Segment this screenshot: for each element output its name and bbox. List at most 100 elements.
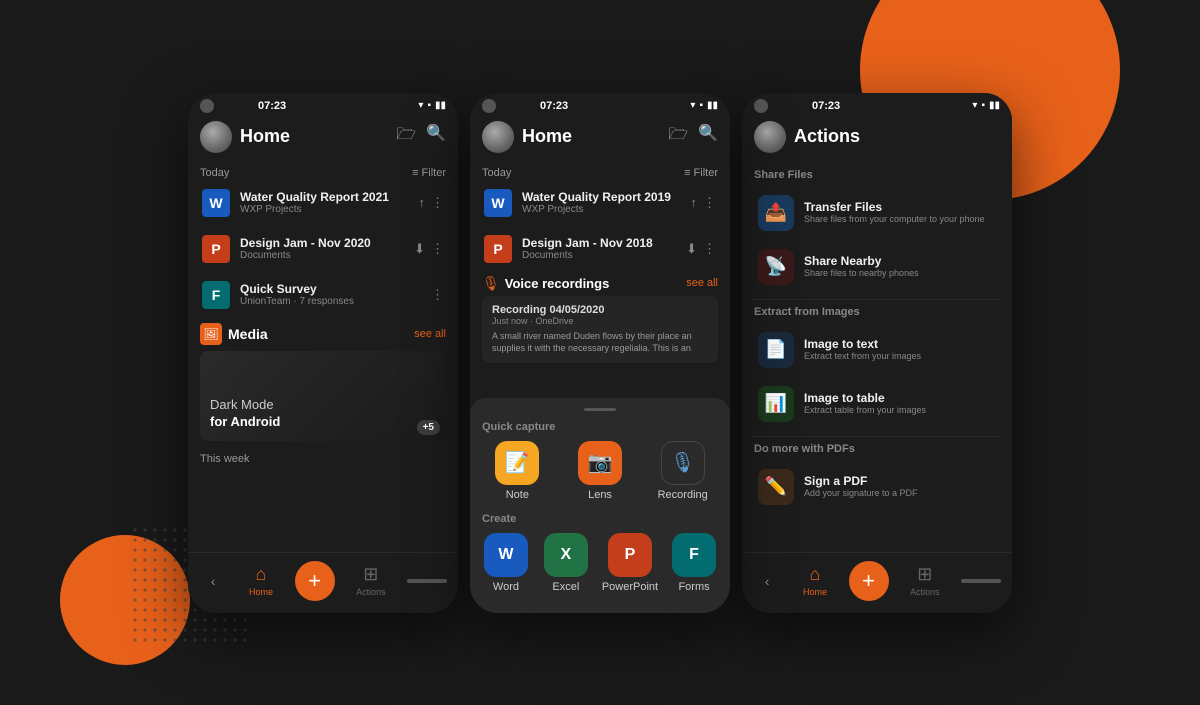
image-to-text-item[interactable]: 📄 Image to text Extract text from your i…	[752, 324, 1002, 376]
status-icons-2: ▾ ▪ ▮▮	[690, 100, 718, 111]
share-nearby-title: Share Nearby	[804, 254, 996, 268]
nav-actions-1[interactable]: ⊞ Actions	[356, 564, 386, 597]
share-nearby-item[interactable]: 📡 Share Nearby Share files to nearby pho…	[752, 241, 1002, 293]
app-header-2: Home 🗁 🔍	[470, 115, 730, 161]
signal-bar-icon: ▪	[427, 100, 431, 111]
this-week-label: This week	[188, 445, 458, 469]
img-to-table-icon: 📊	[758, 386, 794, 422]
sheet-item-forms[interactable]: F Forms	[670, 533, 718, 593]
search-icon-1[interactable]: 🔍	[426, 123, 446, 150]
sheet-item-recording[interactable]: 🎙 Recording	[647, 441, 718, 501]
nav-home-1[interactable]: ⌂ Home	[249, 564, 273, 597]
action-icon-p2-2[interactable]: ⬇	[686, 241, 697, 257]
sheet-item-word[interactable]: W Word	[482, 533, 530, 593]
sign-pdf-item[interactable]: ✏️ Sign a PDF Add your signature to a PD…	[752, 461, 1002, 513]
app-title-1: Home	[240, 126, 388, 147]
time-3: 07:23	[812, 100, 840, 112]
upload-icon-1[interactable]: ↑	[419, 195, 426, 210]
phone-2: 07:23 ▾ ▪ ▮▮ Home 🗁 🔍 Today ≡ Filter	[470, 93, 730, 613]
signal-bar-icon-3: ▪	[981, 100, 985, 111]
nav-actions-3[interactable]: ⊞ Actions	[910, 564, 940, 597]
img-to-table-sub: Extract table from your images	[804, 405, 996, 417]
forms-icon-1: F	[202, 281, 230, 309]
excel-sheet-label: Excel	[552, 581, 579, 593]
divider-2	[752, 436, 1002, 437]
file-actions-3: ⋮	[431, 287, 444, 303]
sheet-handle	[584, 408, 616, 411]
transfer-title: Transfer Files	[804, 200, 996, 214]
sheet-item-note[interactable]: 📝 Note	[482, 441, 553, 501]
file-info-1: Water Quality Report 2021 WXP Projects	[240, 190, 409, 215]
file-item-p2-1[interactable]: W Water Quality Report 2019 WXP Projects…	[478, 181, 722, 225]
recording-item[interactable]: Recording 04/05/2020 Just now · OneDrive…	[482, 296, 718, 363]
powerpoint-sheet-icon: P	[608, 533, 652, 577]
add-button-1[interactable]: +	[295, 561, 335, 601]
avatar-image-2	[482, 121, 514, 153]
bottom-nav-3: ‹ ⌂ Home + ⊞ Actions	[742, 552, 1012, 613]
app-header-3: Actions	[742, 115, 1012, 161]
file-name-p2-1: Water Quality Report 2019	[522, 190, 681, 204]
nav-pill-3	[961, 579, 1001, 583]
image-to-table-item[interactable]: 📊 Image to table Extract table from your…	[752, 378, 1002, 430]
more-icon-p2-1[interactable]: ⋮	[703, 195, 716, 211]
home-icon-3: ⌂	[810, 564, 821, 585]
transfer-sub: Share files from your computer to your p…	[804, 214, 996, 226]
actions-icon-1: ⊞	[363, 564, 378, 585]
app-header-1: Home 🗁 🔍	[188, 115, 458, 161]
transfer-files-item[interactable]: 📤 Transfer Files Share files from your c…	[752, 187, 1002, 239]
voice-see-all[interactable]: see all	[686, 277, 718, 289]
file-item-1[interactable]: W Water Quality Report 2021 WXP Projects…	[196, 181, 450, 225]
battery-icon: ▮▮	[435, 100, 446, 111]
lens-icon: 📷	[578, 441, 622, 485]
file-sub-2: Documents	[240, 250, 404, 261]
media-thumb-main[interactable]: Dark Mode for Android +5	[200, 351, 446, 441]
avatar-1	[200, 121, 232, 153]
folder-icon-2[interactable]: 🗁	[668, 123, 688, 150]
more-icon-3[interactable]: ⋮	[431, 287, 444, 303]
file-item-3[interactable]: F Quick Survey UnionTeam · 7 responses ⋮	[196, 273, 450, 317]
media-icon: 🖼	[200, 323, 222, 345]
more-icon-p2-2[interactable]: ⋮	[703, 241, 716, 257]
file-sub-p2-2: Documents	[522, 250, 676, 261]
search-icon-2[interactable]: 🔍	[698, 123, 718, 150]
sign-pdf-title: Sign a PDF	[804, 474, 996, 488]
actions-label-3: Actions	[910, 587, 940, 597]
filter-btn-2[interactable]: ≡ Filter	[684, 167, 718, 179]
media-see-all[interactable]: see all	[414, 328, 446, 340]
sign-pdf-icon: ✏️	[758, 469, 794, 505]
folder-icon-1[interactable]: 🗁	[396, 123, 416, 150]
signal-icon-2	[482, 99, 496, 113]
today-label-1: Today	[200, 167, 229, 179]
save-icon-1[interactable]: ⬇	[414, 241, 425, 257]
file-item-p2-2[interactable]: P Design Jam - Nov 2018 Documents ⬇ ⋮	[478, 227, 722, 271]
microphone-icon: 🎙	[482, 275, 500, 292]
more-icon-2[interactable]: ⋮	[431, 241, 444, 257]
add-button-3[interactable]: +	[849, 561, 889, 601]
action-icon-p2-1[interactable]: ↑	[691, 195, 698, 210]
file-name-1: Water Quality Report 2021	[240, 190, 409, 204]
divider-1	[752, 299, 1002, 300]
dark-mode-text: Dark Mode for Android	[210, 397, 280, 431]
back-button-3[interactable]: ‹	[753, 569, 782, 593]
nav-home-3[interactable]: ⌂ Home	[803, 564, 827, 597]
sheet-item-powerpoint[interactable]: P PowerPoint	[602, 533, 658, 593]
actions-section: Share Files 📤 Transfer Files Share files…	[742, 161, 1012, 552]
back-button-1[interactable]: ‹	[199, 569, 228, 593]
sheet-item-lens[interactable]: 📷 Lens	[565, 441, 636, 501]
home-label-3: Home	[803, 587, 827, 597]
sheet-item-excel[interactable]: X Excel	[542, 533, 590, 593]
file-item-2[interactable]: P Design Jam - Nov 2020 Documents ⬇ ⋮	[196, 227, 450, 271]
avatar-2	[482, 121, 514, 153]
battery-icon-3: ▮▮	[989, 100, 1000, 111]
file-name-2: Design Jam - Nov 2020	[240, 236, 404, 250]
status-bar-2: 07:23 ▾ ▪ ▮▮	[470, 93, 730, 115]
img-to-text-title: Image to text	[804, 337, 996, 351]
voice-header: 🎙 Voice recordings see all	[482, 275, 718, 292]
avatar-image-1	[200, 121, 232, 153]
filter-btn-1[interactable]: ≡ Filter	[412, 167, 446, 179]
word-sheet-label: Word	[493, 581, 519, 593]
media-label: 🖼 Media	[200, 323, 268, 345]
more-icon-1[interactable]: ⋮	[431, 195, 444, 211]
do-more-pdfs-group-title: Do more with PDFs	[752, 443, 1002, 455]
img-to-text-icon: 📄	[758, 332, 794, 368]
